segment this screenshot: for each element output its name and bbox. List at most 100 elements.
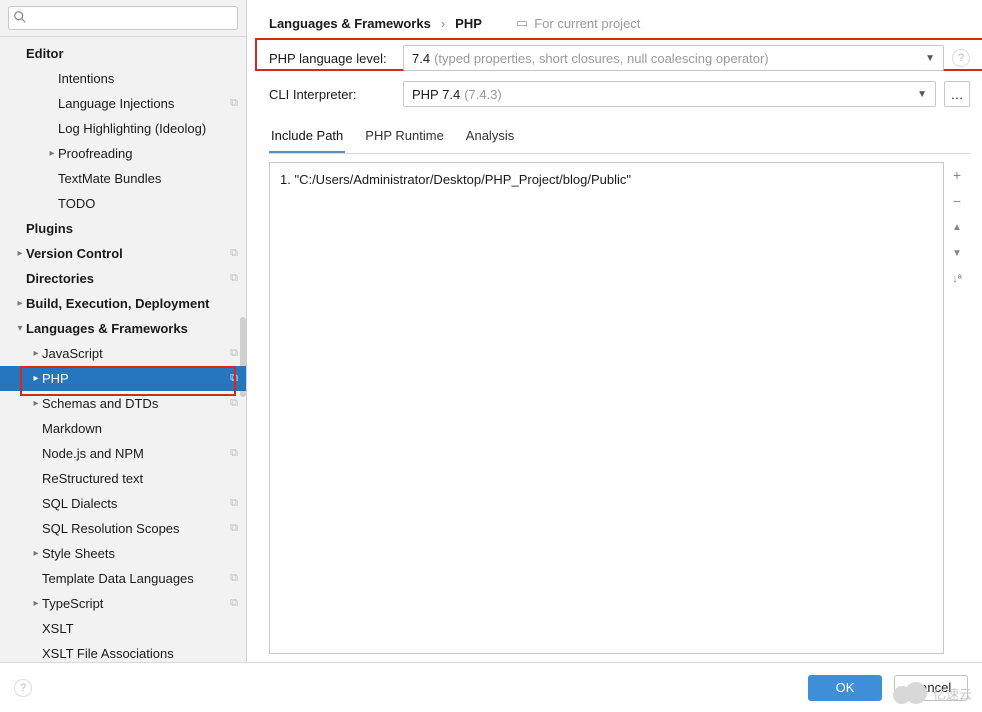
overlay-icon: ⧉ [230, 272, 238, 285]
select-value: 7.4 [412, 51, 430, 66]
tree-item-plugins[interactable]: Plugins [0, 216, 246, 241]
select-hint: (typed properties, short closures, null … [434, 51, 769, 66]
tab-include-path[interactable]: Include Path [269, 122, 345, 153]
expand-arrow-icon[interactable]: ▸ [30, 348, 42, 359]
expand-arrow-icon[interactable]: ▸ [14, 248, 26, 259]
tree-item-build-execution-deployment[interactable]: ▸Build, Execution, Deployment [0, 291, 246, 316]
expand-arrow-icon[interactable]: ▸ [46, 148, 58, 159]
tree-item-xslt[interactable]: XSLT [0, 616, 246, 641]
tree-item-label: PHP [42, 371, 246, 386]
include-path-list[interactable]: 1. "C:/Users/Administrator/Desktop/PHP_P… [269, 162, 944, 654]
tree-item-todo[interactable]: TODO [0, 191, 246, 216]
tree-item-intentions[interactable]: Intentions [0, 66, 246, 91]
breadcrumb-root[interactable]: Languages & Frameworks [269, 16, 431, 31]
expand-arrow-icon[interactable]: ▸ [14, 298, 26, 309]
add-button[interactable]: + [953, 166, 961, 184]
search-input[interactable] [8, 6, 238, 30]
expand-arrow-icon[interactable]: ▸ [30, 373, 42, 384]
chevron-right-icon: › [441, 16, 445, 31]
overlay-icon: ⧉ [230, 372, 238, 385]
tree-item-label: Markdown [42, 421, 246, 436]
tree-item-languages-frameworks[interactable]: ▾Languages & Frameworks [0, 316, 246, 341]
tree-item-label: JavaScript [42, 346, 246, 361]
tree-item-label: Languages & Frameworks [26, 321, 246, 336]
cli-interpreter-select[interactable]: PHP 7.4 (7.4.3) ▼ [403, 81, 936, 107]
tree-item-textmate-bundles[interactable]: TextMate Bundles [0, 166, 246, 191]
tree-item-label: Editor [26, 46, 246, 61]
tree-item-xslt-file-associations[interactable]: XSLT File Associations [0, 641, 246, 662]
cli-interpreter-label: CLI Interpreter: [269, 87, 395, 102]
expand-arrow-icon[interactable]: ▾ [14, 323, 26, 334]
tree-item-label: Log Highlighting (Ideolog) [58, 121, 246, 136]
tree-item-log-highlighting-ideolog-[interactable]: Log Highlighting (Ideolog) [0, 116, 246, 141]
tree-item-editor[interactable]: Editor [0, 41, 246, 66]
overlay-icon: ⧉ [230, 597, 238, 610]
tree-item-label: Version Control [26, 246, 246, 261]
tab-analysis[interactable]: Analysis [464, 122, 516, 153]
tree-item-label: XSLT [42, 621, 246, 636]
tree-item-directories[interactable]: Directories⧉ [0, 266, 246, 291]
tree-item-style-sheets[interactable]: ▸Style Sheets [0, 541, 246, 566]
overlay-icon: ⧉ [230, 247, 238, 260]
overlay-icon: ⧉ [230, 522, 238, 535]
settings-tree[interactable]: EditorIntentionsLanguage Injections⧉Log … [0, 37, 246, 662]
cli-interpreter-row: CLI Interpreter: PHP 7.4 (7.4.3) ▼ … [269, 76, 970, 112]
search-container [0, 0, 246, 37]
tree-item-label: XSLT File Associations [42, 646, 246, 661]
tree-item-schemas-and-dtds[interactable]: ▸Schemas and DTDs⧉ [0, 391, 246, 416]
cloud-icon [893, 682, 927, 704]
move-down-button[interactable]: ▼ [952, 244, 962, 262]
overlay-icon: ⧉ [230, 347, 238, 360]
expand-arrow-icon[interactable]: ▸ [30, 598, 42, 609]
overlay-icon: ⧉ [230, 397, 238, 410]
overlay-icon: ⧉ [230, 97, 238, 110]
tree-item-proofreading[interactable]: ▸Proofreading [0, 141, 246, 166]
tree-item-node-js-and-npm[interactable]: Node.js and NPM⧉ [0, 441, 246, 466]
include-path-panel: 1. "C:/Users/Administrator/Desktop/PHP_P… [269, 162, 970, 654]
search-icon [13, 10, 27, 24]
chevron-down-icon: ▼ [917, 89, 927, 100]
tree-item-php[interactable]: ▸PHP⧉ [0, 366, 246, 391]
tree-item-label: Plugins [26, 221, 246, 236]
overlay-icon: ⧉ [230, 447, 238, 460]
php-language-level-select[interactable]: 7.4 (typed properties, short closures, n… [403, 45, 944, 71]
move-up-button[interactable]: ▲ [952, 218, 962, 236]
overlay-icon: ⧉ [230, 572, 238, 585]
tree-item-markdown[interactable]: Markdown [0, 416, 246, 441]
tree-item-label: ReStructured text [42, 471, 246, 486]
tree-item-restructured-text[interactable]: ReStructured text [0, 466, 246, 491]
footer-help-icon[interactable]: ? [14, 679, 32, 697]
include-path-toolbar: + − ▲ ▼ ↓ª [944, 162, 970, 654]
tree-item-label: Style Sheets [42, 546, 246, 561]
include-path-entry[interactable]: 1. "C:/Users/Administrator/Desktop/PHP_P… [280, 169, 933, 191]
expand-arrow-icon[interactable]: ▸ [30, 548, 42, 559]
sort-button[interactable]: ↓ª [952, 270, 962, 288]
overlay-icon: ⧉ [230, 497, 238, 510]
tree-item-javascript[interactable]: ▸JavaScript⧉ [0, 341, 246, 366]
ok-button[interactable]: OK [808, 675, 882, 701]
remove-button[interactable]: − [953, 192, 961, 210]
tree-item-sql-dialects[interactable]: SQL Dialects⧉ [0, 491, 246, 516]
tree-item-typescript[interactable]: ▸TypeScript⧉ [0, 591, 246, 616]
watermark-text: 亿速云 [933, 684, 972, 703]
tree-item-label: TextMate Bundles [58, 171, 246, 186]
tree-item-label: Language Injections [58, 96, 246, 111]
cli-interpreter-browse-button[interactable]: … [944, 81, 970, 107]
watermark: 亿速云 [893, 682, 972, 704]
tab-php-runtime[interactable]: PHP Runtime [363, 122, 446, 153]
php-language-level-row: PHP language level: 7.4 (typed propertie… [269, 40, 970, 76]
select-value: PHP 7.4 [412, 87, 460, 102]
content-panel: Languages & Frameworks › PHP ▭ For curre… [247, 0, 982, 662]
settings-sidebar: EditorIntentionsLanguage Injections⧉Log … [0, 0, 247, 662]
select-hint: (7.4.3) [464, 87, 502, 102]
tree-item-language-injections[interactable]: Language Injections⧉ [0, 91, 246, 116]
chevron-down-icon: ▼ [925, 53, 935, 64]
tree-item-version-control[interactable]: ▸Version Control⧉ [0, 241, 246, 266]
expand-arrow-icon[interactable]: ▸ [30, 398, 42, 409]
help-icon[interactable]: ? [952, 49, 970, 67]
tree-item-sql-resolution-scopes[interactable]: SQL Resolution Scopes⧉ [0, 516, 246, 541]
tree-item-template-data-languages[interactable]: Template Data Languages⧉ [0, 566, 246, 591]
tree-item-label: Proofreading [58, 146, 246, 161]
tree-item-label: SQL Dialects [42, 496, 246, 511]
dialog-footer: ? OK Cancel [0, 662, 982, 712]
